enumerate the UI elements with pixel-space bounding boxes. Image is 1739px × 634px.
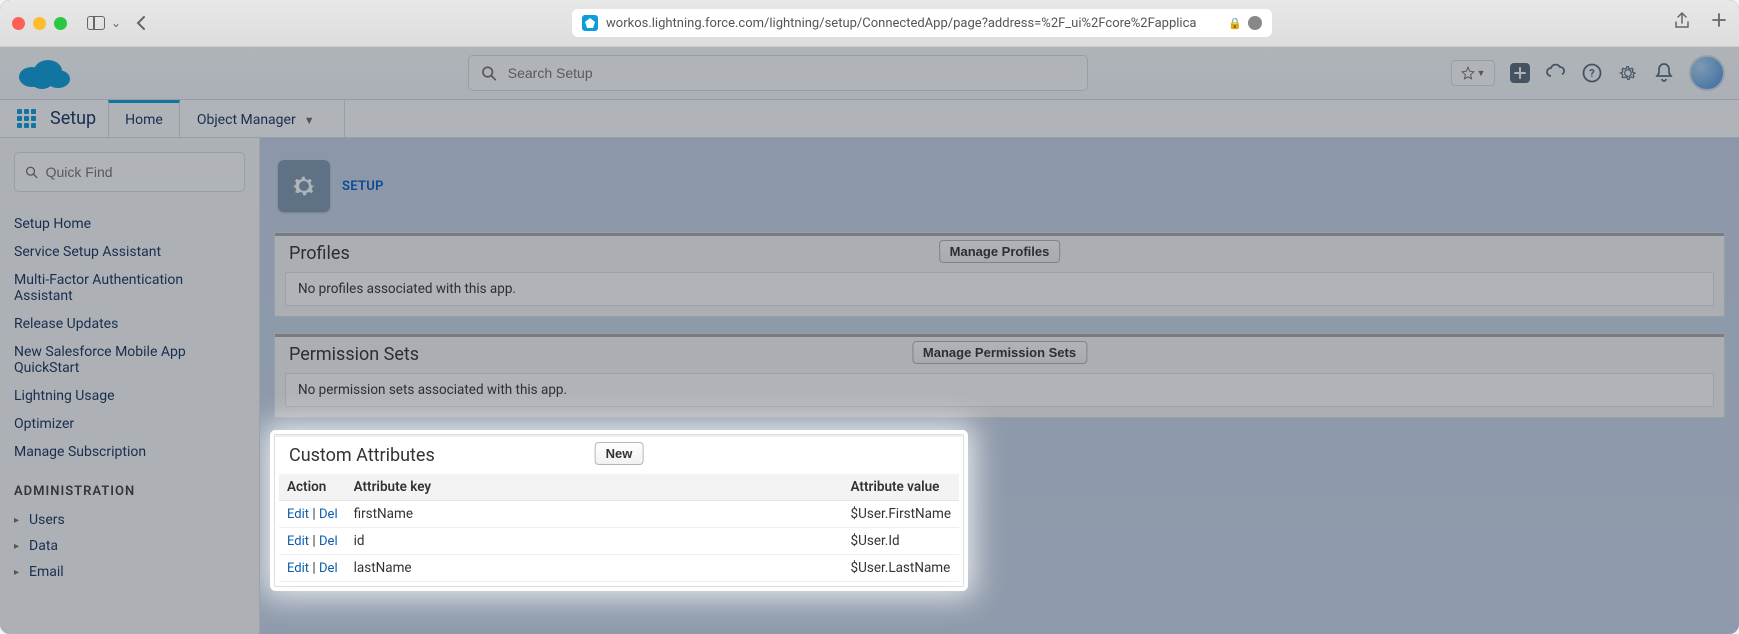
chevron-right-icon: ▸ — [14, 541, 19, 552]
attribute-value-cell: $User.LastName — [843, 555, 959, 582]
attribute-key-cell: lastName — [346, 555, 843, 582]
panel-profiles: Profiles Manage Profiles No profiles ass… — [274, 232, 1725, 317]
edit-link[interactable]: Edit — [287, 507, 309, 522]
sidebar-link-manage-subscription[interactable]: Manage Subscription — [14, 438, 245, 466]
sidebar-link-mobile-quickstart[interactable]: New Salesforce Mobile App QuickStart — [14, 338, 245, 382]
panel-body-text: No profiles associated with this app. — [285, 272, 1714, 306]
sidebar-link-lightning-usage[interactable]: Lightning Usage — [14, 382, 245, 410]
attribute-key-cell: id — [346, 528, 843, 555]
sidebar-link-service-setup[interactable]: Service Setup Assistant — [14, 238, 245, 266]
manage-profiles-button[interactable]: Manage Profiles — [939, 240, 1061, 263]
notifications-icon[interactable] — [1653, 62, 1675, 84]
site-favicon-icon — [582, 15, 598, 31]
minimize-window-button[interactable] — [33, 17, 46, 30]
new-tab-button[interactable] — [1711, 12, 1727, 35]
edit-link[interactable]: Edit — [287, 561, 309, 576]
manage-permission-sets-button[interactable]: Manage Permission Sets — [912, 341, 1087, 364]
panel-title: Profiles — [289, 243, 350, 264]
sidebar-link-optimizer[interactable]: Optimizer — [14, 410, 245, 438]
table-row: Edit | Del firstName $User.FirstName — [279, 501, 959, 528]
nav-bar: Setup Home Object Manager▼ — [0, 100, 1739, 138]
help-icon[interactable]: ? — [1581, 62, 1603, 84]
sidebar-link-release-updates[interactable]: Release Updates — [14, 310, 245, 338]
panel-body-text: No permission sets associated with this … — [285, 373, 1714, 407]
chevron-down-icon: ▼ — [1477, 68, 1486, 79]
col-action: Action — [279, 474, 346, 501]
salesforce-help-cloud-icon[interactable] — [1545, 62, 1567, 84]
back-button[interactable] — [131, 13, 151, 33]
panel-title: Custom Attributes — [289, 445, 435, 466]
chevron-right-icon: ▸ — [14, 515, 19, 526]
attribute-value-cell: $User.FirstName — [843, 501, 959, 528]
delete-link[interactable]: Del — [319, 561, 338, 576]
sidebar-link-setup-home[interactable]: Setup Home — [14, 210, 245, 238]
gear-icon[interactable] — [1617, 62, 1639, 84]
waffle-icon — [17, 109, 36, 128]
close-window-button[interactable] — [12, 17, 25, 30]
app-launcher-button[interactable] — [6, 100, 46, 137]
global-search[interactable] — [468, 55, 1088, 91]
custom-attributes-table: Action Attribute key Attribute value Edi… — [279, 474, 959, 582]
delete-link[interactable]: Del — [319, 534, 338, 549]
global-search-input[interactable] — [508, 65, 1075, 81]
sidebar-link-mfa-assistant[interactable]: Multi-Factor Authentication Assistant — [14, 266, 245, 310]
share-icon[interactable] — [1673, 12, 1691, 35]
nav-tab-home[interactable]: Home — [108, 100, 180, 137]
table-row: Edit | Del id $User.Id — [279, 528, 959, 555]
sidebar-heading-admin: ADMINISTRATION — [14, 484, 245, 499]
table-row: Edit | Del lastName $User.LastName — [279, 555, 959, 582]
url-text: workos.lightning.force.com/lightning/set… — [606, 16, 1220, 31]
address-bar[interactable]: workos.lightning.force.com/lightning/set… — [572, 9, 1272, 37]
page-eyebrow: SETUP — [342, 179, 384, 194]
lock-icon: 🔒 — [1228, 17, 1242, 30]
panel-permission-sets: Permission Sets Manage Permission Sets N… — [274, 333, 1725, 418]
svg-text:?: ? — [1589, 67, 1595, 80]
sidebar-toggle-icon[interactable] — [87, 16, 105, 30]
sidebar-tree-users[interactable]: ▸Users — [14, 507, 245, 533]
panel-title: Permission Sets — [289, 344, 419, 365]
global-create-button[interactable] — [1509, 62, 1531, 84]
user-avatar[interactable] — [1689, 55, 1725, 91]
delete-link[interactable]: Del — [319, 507, 338, 522]
fullscreen-window-button[interactable] — [54, 17, 67, 30]
edit-link[interactable]: Edit — [287, 534, 309, 549]
col-attribute-key: Attribute key — [346, 474, 843, 501]
quick-find-input[interactable] — [46, 164, 234, 180]
search-icon — [481, 65, 496, 81]
window-controls — [12, 17, 67, 30]
gear-icon — [278, 160, 330, 212]
new-attribute-button[interactable]: New — [595, 442, 644, 465]
content-area: SETUP Profiles Manage Profiles No profil… — [260, 138, 1739, 634]
chevron-right-icon: ▸ — [14, 567, 19, 578]
sidebar-tree-email[interactable]: ▸Email — [14, 559, 245, 585]
panel-custom-attributes: Custom Attributes New Action Attribute k… — [274, 434, 964, 587]
attribute-key-cell: firstName — [346, 501, 843, 528]
app-name: Setup — [46, 100, 108, 137]
favorites-button[interactable]: ▼ — [1451, 60, 1495, 86]
chevron-down-icon[interactable]: ⌄ — [111, 16, 121, 30]
salesforce-logo[interactable] — [14, 53, 74, 93]
browser-toolbar: ⌄ workos.lightning.force.com/lightning/s… — [0, 0, 1739, 47]
star-icon — [1461, 66, 1475, 80]
page-header: SETUP — [274, 152, 1725, 232]
sidebar-tree-data[interactable]: ▸Data — [14, 533, 245, 559]
nav-tab-object-manager[interactable]: Object Manager▼ — [180, 100, 332, 137]
chevron-down-icon[interactable]: ▼ — [304, 114, 315, 127]
reader-icon[interactable] — [1248, 16, 1262, 30]
attribute-value-cell: $User.Id — [843, 528, 959, 555]
col-attribute-value: Attribute value — [843, 474, 959, 501]
quick-find[interactable] — [14, 152, 245, 192]
search-icon — [25, 165, 38, 179]
setup-sidebar: Setup Home Service Setup Assistant Multi… — [0, 138, 260, 634]
global-header: ▼ ? — [0, 47, 1739, 100]
